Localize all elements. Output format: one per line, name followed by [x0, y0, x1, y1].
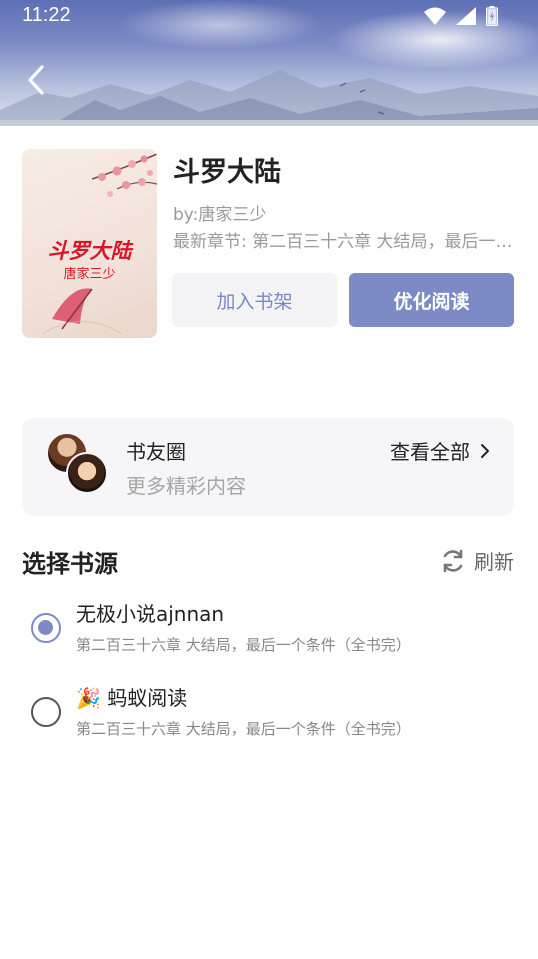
back-button[interactable] [22, 62, 50, 98]
source-name: 🎉 蚂蚁阅读 [76, 686, 188, 710]
battery-icon [486, 6, 498, 26]
status-time: 11:22 [22, 4, 71, 26]
circle-title: 书友圈 [126, 440, 186, 464]
book-cover[interactable]: 斗罗大陆 唐家三少 [22, 149, 157, 338]
status-bar: 11:22 [0, 0, 538, 32]
cover-title: 斗罗大陆 [47, 239, 132, 263]
source-item[interactable]: 🎉 蚂蚁阅读 第二百三十六章 大结局，最后一个条件（全书完） [22, 682, 514, 752]
book-author[interactable]: by:唐家三少 [173, 200, 266, 225]
radio-selected[interactable] [31, 613, 61, 643]
source-chapter: 第二百三十六章 大结局，最后一个条件（全书完） [76, 720, 411, 738]
book-circle-card[interactable]: 书友圈 更多精彩内容 查看全部 [22, 418, 514, 516]
source-section-title: 选择书源 [22, 550, 118, 578]
source-name: 无极小说ajnnan [76, 602, 225, 626]
optimize-read-button[interactable]: 优化阅读 [349, 273, 514, 327]
refresh-label: 刷新 [474, 550, 514, 574]
chevron-right-icon [481, 443, 489, 458]
source-chapter: 第二百三十六章 大结局，最后一个条件（全书完） [76, 636, 411, 654]
avatar [66, 452, 108, 494]
wifi-icon [424, 7, 446, 25]
source-item[interactable]: 无极小说ajnnan 第二百三十六章 大结局，最后一个条件（全书完） [22, 598, 514, 668]
view-all-link[interactable]: 查看全部 [390, 436, 490, 465]
banner-bottom-band [0, 120, 538, 126]
cover-author: 唐家三少 [63, 267, 116, 282]
add-to-shelf-button[interactable]: 加入书架 [172, 273, 337, 327]
avatar-group [46, 432, 112, 498]
chevron-left-icon [28, 65, 44, 95]
view-all-label: 查看全部 [390, 440, 470, 464]
radio-unselected[interactable] [31, 697, 61, 727]
latest-chapter[interactable]: 最新章节: 第二百三十六章 大结局，最后一个条件（全书完） [173, 227, 513, 252]
refresh-button[interactable]: 刷新 [440, 546, 514, 575]
book-title: 斗罗大陆 [173, 157, 281, 188]
status-icons [424, 6, 498, 26]
refresh-icon [443, 549, 463, 572]
signal-icon [456, 7, 476, 25]
circle-subtitle: 更多精彩内容 [126, 474, 246, 498]
